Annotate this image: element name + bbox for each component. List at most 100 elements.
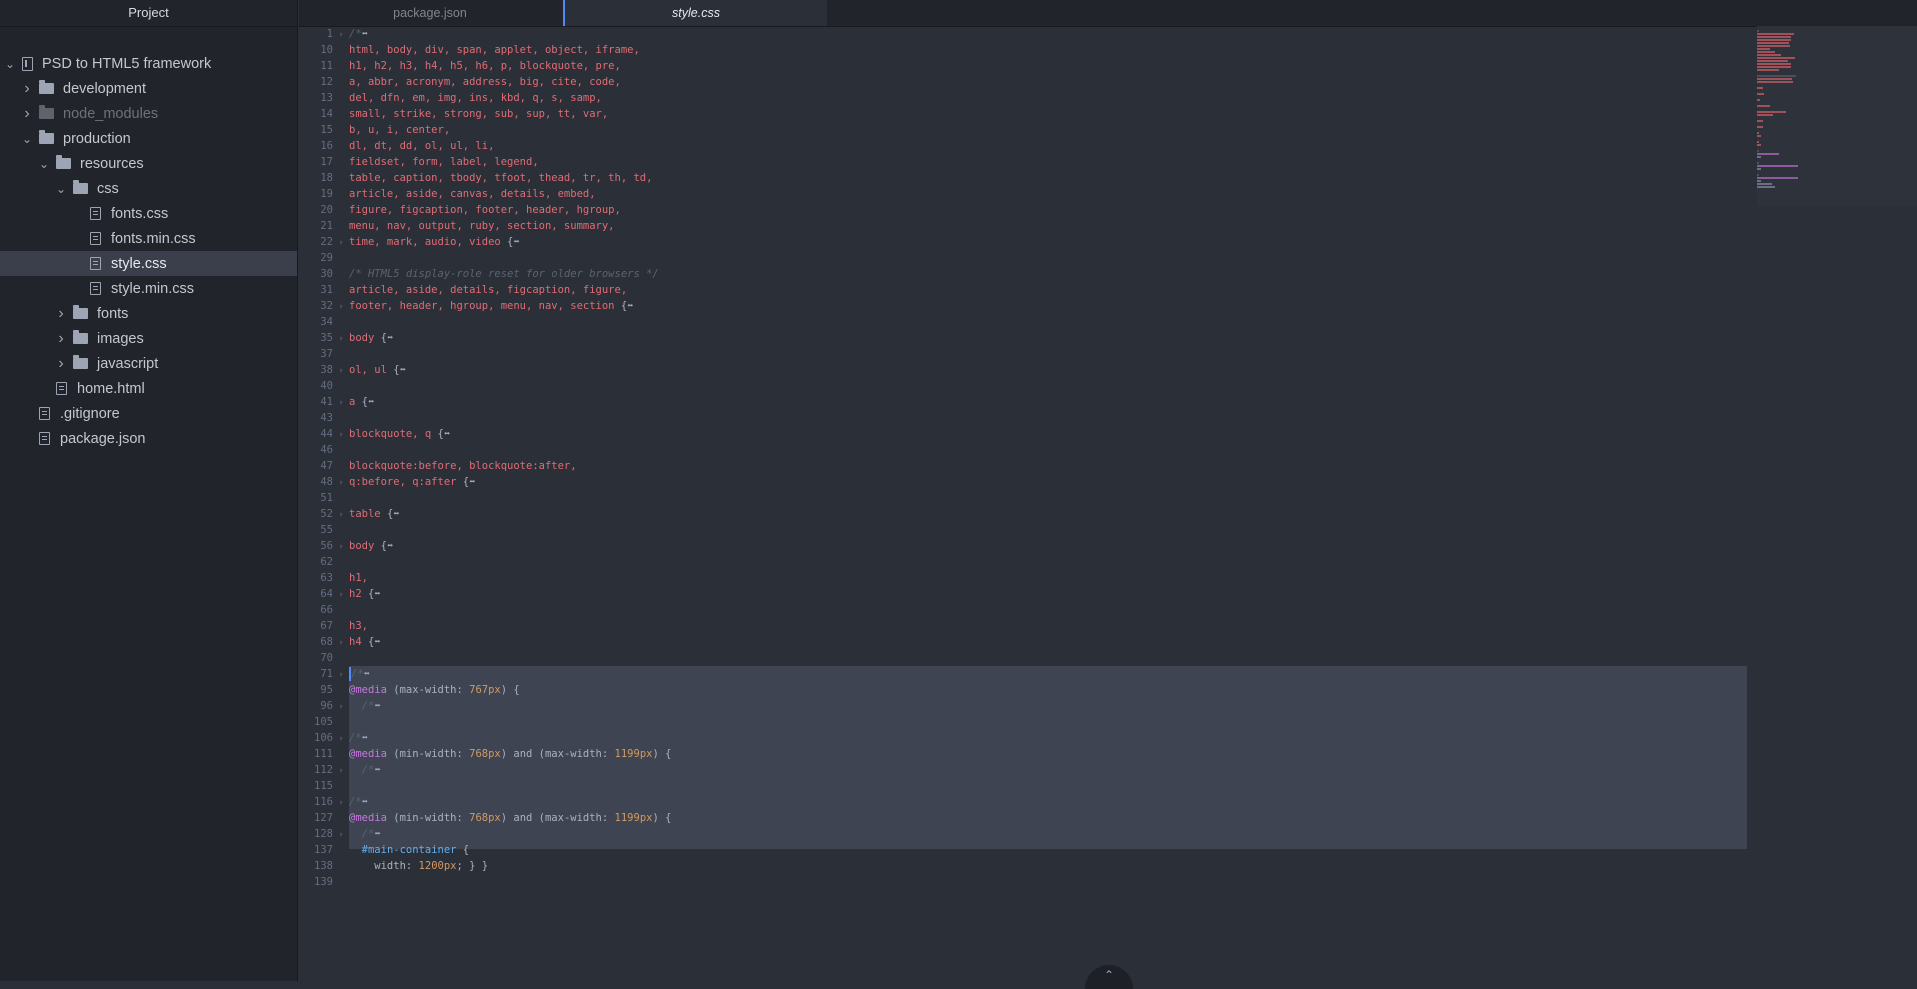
tree-item-production[interactable]: ⌄ production: [0, 126, 297, 151]
folded-ellipsis-icon[interactable]: ⬌: [362, 28, 368, 40]
fold-chevron-icon[interactable]: ›: [333, 763, 349, 779]
tab-package-json[interactable]: package.json: [299, 0, 561, 26]
line-number: 40: [320, 380, 333, 392]
line-number: 19: [320, 188, 333, 200]
tree-item-fonts-min-css[interactable]: fonts.min.css: [0, 226, 297, 251]
chevron-down-icon[interactable]: ⌄: [21, 132, 33, 146]
code-line: 51: [299, 490, 349, 506]
fold-chevron-icon[interactable]: ›: [333, 331, 349, 347]
tree-item-javascript[interactable]: › javascript: [0, 351, 297, 376]
tree-item-label: fonts.css: [111, 205, 169, 222]
fold-chevron-icon[interactable]: ›: [333, 827, 349, 843]
folded-ellipsis-icon[interactable]: ⬌: [469, 476, 475, 488]
tree-item-gitignore[interactable]: .gitignore: [0, 401, 297, 426]
chevron-down-icon[interactable]: ⌄: [55, 182, 67, 196]
tree-item-package-json[interactable]: package.json: [0, 426, 297, 451]
line-number: 17: [320, 156, 333, 168]
file-text-icon: [39, 432, 50, 445]
chevron-down-icon[interactable]: ⌄: [4, 57, 16, 71]
code-text: menu, nav, output, ruby, section, summar…: [349, 218, 615, 234]
code-line: 32 › footer, header, hgroup, menu, nav, se…: [299, 298, 633, 314]
minimap-line: [1757, 177, 1798, 179]
minimap-line: [1757, 33, 1794, 35]
line-number: 22: [320, 236, 333, 248]
code-line: 64 › h2 {⬌: [299, 586, 380, 603]
code-text: @media (min-width: 768px) and (max-width…: [349, 810, 671, 826]
folded-ellipsis-icon[interactable]: ⬌: [400, 364, 406, 376]
folder-icon: [39, 105, 54, 119]
fold-chevron-icon[interactable]: ›: [333, 475, 349, 491]
code-editor[interactable]: 1 ›/*⬌ 10 html, body, div, span, applet, ob…: [299, 26, 1917, 981]
tree-item-development[interactable]: › development: [0, 76, 297, 101]
folded-ellipsis-icon[interactable]: ⬌: [362, 732, 368, 744]
minimap-line: [1757, 150, 1760, 152]
minimap[interactable]: [1757, 26, 1917, 206]
code-token: a, abbr, acronym, address, big, cite, co…: [349, 76, 621, 88]
tree-item-resources[interactable]: ⌄ resources: [0, 151, 297, 176]
fold-chevron-icon[interactable]: ›: [333, 395, 349, 411]
tree-item-fonts[interactable]: › fonts: [0, 301, 297, 326]
tree-item-style-css[interactable]: style.css: [0, 251, 297, 276]
line-number: 127: [314, 812, 333, 824]
fold-chevron-icon[interactable]: ›: [333, 667, 349, 683]
code-token: ) {: [500, 684, 520, 696]
minimap-line: [1757, 111, 1786, 113]
chevron-right-icon[interactable]: ›: [21, 80, 33, 98]
code-line: 12 a, abbr, acronym, address, big, cite, …: [299, 74, 621, 90]
folded-ellipsis-icon[interactable]: ⬌: [444, 428, 450, 440]
folded-ellipsis-icon[interactable]: ⬌: [374, 828, 380, 840]
line-number: 55: [320, 524, 333, 536]
tree-item-style-min-css[interactable]: style.min.css: [0, 276, 297, 301]
folded-ellipsis-icon[interactable]: ⬌: [364, 668, 370, 680]
tree-item-node-modules[interactable]: › node_modules: [0, 101, 297, 126]
folded-ellipsis-icon[interactable]: ⬌: [374, 588, 380, 600]
fold-chevron-icon[interactable]: ›: [333, 539, 349, 555]
fold-chevron-icon[interactable]: ›: [333, 235, 349, 251]
fold-chevron-icon[interactable]: ›: [333, 363, 349, 379]
code-line: 1 ›/*⬌: [299, 26, 368, 42]
folded-ellipsis-icon[interactable]: ⬌: [393, 508, 399, 520]
minimap-line: [1757, 144, 1761, 146]
code-text: html, body, div, span, applet, object, i…: [349, 42, 640, 58]
folded-ellipsis-icon[interactable]: ⬌: [374, 764, 380, 776]
chevron-right-icon[interactable]: ›: [55, 330, 67, 348]
tree-item-psd-to-html5-framework[interactable]: ⌄ PSD to HTML5 framework: [0, 51, 297, 76]
chevron-right-icon[interactable]: ›: [55, 355, 67, 373]
code-token: fieldset, form, label, legend,: [349, 156, 539, 168]
code-text: b, u, i, center,: [349, 122, 450, 138]
folded-ellipsis-icon[interactable]: ⬌: [368, 396, 374, 408]
fold-chevron-icon[interactable]: ›: [333, 699, 349, 715]
tree-item-fonts-css[interactable]: fonts.css: [0, 201, 297, 226]
folded-ellipsis-icon[interactable]: ⬌: [362, 796, 368, 808]
chevron-right-icon[interactable]: ›: [55, 305, 67, 323]
tree-item-css[interactable]: ⌄ css: [0, 176, 297, 201]
chevron-down-icon[interactable]: ⌄: [38, 157, 50, 171]
tree-item-images[interactable]: › images: [0, 326, 297, 351]
fold-chevron-icon[interactable]: ›: [333, 795, 349, 811]
minimap-line: [1757, 45, 1790, 47]
line-number: 105: [314, 716, 333, 728]
folded-ellipsis-icon[interactable]: ⬌: [387, 540, 393, 552]
tree-item-label: style.min.css: [111, 280, 194, 297]
fold-chevron-icon[interactable]: ›: [333, 635, 349, 651]
folded-ellipsis-icon[interactable]: ⬌: [513, 236, 519, 248]
folded-ellipsis-icon[interactable]: ⬌: [627, 300, 633, 312]
line-number: 31: [320, 284, 333, 296]
fold-chevron-icon[interactable]: ›: [333, 427, 349, 443]
tab-style-css[interactable]: style.css: [563, 0, 827, 26]
folded-ellipsis-icon[interactable]: ⬌: [387, 332, 393, 344]
chevron-right-icon[interactable]: ›: [21, 105, 33, 123]
minimap-line: [1757, 69, 1779, 71]
code-line: 66: [299, 602, 349, 618]
fold-chevron-icon[interactable]: ›: [333, 299, 349, 315]
code-line: 34: [299, 314, 349, 330]
fold-chevron-icon[interactable]: ›: [333, 507, 349, 523]
fold-chevron-icon[interactable]: ›: [333, 587, 349, 603]
folded-ellipsis-icon[interactable]: ⬌: [374, 636, 380, 648]
folded-ellipsis-icon[interactable]: ⬌: [374, 700, 380, 712]
fold-chevron-icon[interactable]: ›: [333, 27, 349, 43]
code-token: (max-width:: [386, 684, 470, 696]
tree-item-home-html[interactable]: home.html: [0, 376, 297, 401]
fold-chevron-icon[interactable]: ›: [333, 731, 349, 747]
code-text: fieldset, form, label, legend,: [349, 154, 539, 170]
